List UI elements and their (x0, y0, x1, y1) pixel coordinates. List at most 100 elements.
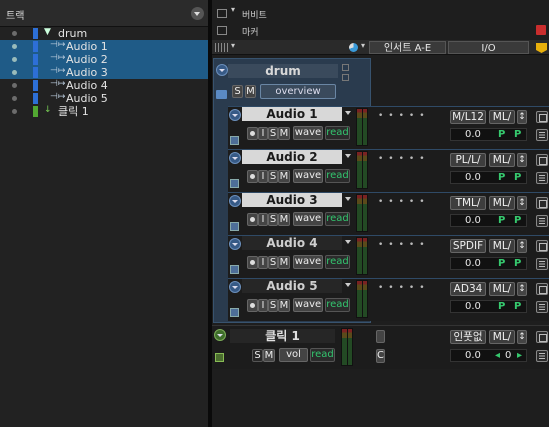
pan-right-value[interactable]: P (514, 215, 521, 227)
visibility-dot-icon[interactable] (12, 109, 17, 114)
track-list-icon[interactable] (536, 215, 548, 227)
pan-right-value[interactable]: P (514, 258, 521, 270)
input-selector[interactable]: TML/ (450, 196, 486, 210)
chevron-down-icon[interactable]: ▾ (231, 5, 235, 14)
track-list-icon[interactable] (536, 301, 548, 313)
pan-left-value[interactable]: P (498, 129, 505, 141)
close-icon[interactable] (536, 25, 546, 35)
record-arm-button[interactable] (247, 170, 258, 183)
visibility-dot-icon[interactable] (12, 83, 17, 88)
output-menu-icon[interactable]: ↕ (517, 239, 527, 253)
pan-right-value[interactable]: P (514, 172, 521, 184)
dsp-usage-icon[interactable] (349, 43, 358, 52)
pan-right-value[interactable]: P (514, 129, 521, 141)
chevron-down-icon[interactable]: ▾ (231, 41, 235, 50)
insert-slots[interactable]: ••••• (378, 283, 430, 293)
pan-left-value[interactable]: P (498, 258, 505, 270)
view-row-bbt[interactable]: ▾ 버비트 (212, 5, 549, 21)
volume-pan-display[interactable]: 0.0 P P (450, 257, 527, 270)
overview-button[interactable]: overview (260, 84, 336, 99)
folder-name[interactable]: drum (228, 64, 338, 78)
input-monitor-button[interactable]: I (258, 256, 268, 269)
visibility-dot-icon[interactable] (12, 57, 17, 62)
visibility-dot-icon[interactable] (12, 31, 17, 36)
automation-read-button[interactable]: read (325, 298, 350, 312)
click-track-solo-button[interactable]: S (252, 349, 263, 362)
automation-read-button[interactable]: read (325, 126, 350, 140)
mute-button[interactable]: M (278, 256, 290, 269)
track-list-icon[interactable] (536, 129, 548, 141)
solo-button[interactable]: S (268, 213, 278, 226)
click-track-insert-button[interactable] (376, 330, 385, 343)
input-monitor-button[interactable]: I (258, 127, 268, 140)
click-track-collapse-button[interactable] (214, 329, 226, 341)
chevron-down-icon[interactable] (345, 111, 351, 115)
solo-button[interactable]: S (268, 127, 278, 140)
output-selector[interactable]: ML/ (489, 196, 515, 210)
click-track-vol-button[interactable]: vol (279, 348, 308, 362)
output-menu-icon[interactable]: ↕ (517, 153, 527, 167)
click-track-read-button[interactable]: read (310, 348, 335, 362)
inserts-column-header[interactable]: 인서트 A-E (369, 41, 446, 54)
output-selector[interactable]: ML/ (489, 110, 515, 124)
click-track-name[interactable]: 클릭 1 (230, 329, 335, 343)
track-settings-icon[interactable] (536, 111, 548, 123)
track-collapse-button[interactable] (229, 195, 241, 207)
pan-left-arrow-icon[interactable]: ◂ (495, 350, 500, 362)
input-selector[interactable]: SPDIF (450, 239, 486, 253)
folder-mute-button[interactable]: M (245, 85, 256, 98)
track-list-item-audio-4[interactable]: ⊣↦ Audio 4 (0, 79, 209, 92)
track-settings-icon[interactable] (536, 240, 548, 252)
output-menu-icon[interactable]: ↕ (517, 110, 527, 124)
automation-read-button[interactable]: read (325, 255, 350, 269)
track-list-icon[interactable] (536, 172, 548, 184)
click-track-output-menu[interactable]: ↕ (517, 330, 527, 344)
disclosure-triangle-icon[interactable]: ▼ (44, 27, 51, 37)
click-track-output-selector[interactable]: ML/ (489, 330, 515, 344)
track-collapse-button[interactable] (229, 109, 241, 121)
volume-pan-display[interactable]: 0.0 P P (450, 171, 527, 184)
record-arm-button[interactable] (247, 299, 258, 312)
volume-pan-display[interactable]: 0.0 P P (450, 128, 527, 141)
input-selector[interactable]: AD34 (450, 282, 486, 296)
input-selector[interactable]: PL/L/ (450, 153, 486, 167)
chevron-down-icon[interactable] (345, 240, 351, 244)
track-list-icon[interactable] (536, 258, 548, 270)
track-settings-icon[interactable] (536, 283, 548, 295)
track-settings-icon[interactable] (536, 154, 548, 166)
track-list-item-drum[interactable]: ▼ drum (0, 27, 209, 40)
input-monitor-button[interactable]: I (258, 213, 268, 226)
pan-left-value[interactable]: P (498, 172, 505, 184)
solo-button[interactable]: S (268, 170, 278, 183)
track-name[interactable]: Audio 2 (242, 150, 342, 164)
chevron-down-icon[interactable]: ▾ (361, 41, 365, 50)
wave-view-button[interactable]: wave (293, 126, 323, 140)
input-monitor-button[interactable]: I (258, 299, 268, 312)
pan-right-arrow-icon[interactable]: ▸ (517, 350, 522, 362)
track-list-icon[interactable] (536, 350, 548, 362)
record-arm-button[interactable] (247, 127, 258, 140)
record-arm-button[interactable] (247, 256, 258, 269)
track-list-item-click-1[interactable]: ↓ 클릭 1 (0, 105, 209, 118)
click-track-input-selector[interactable]: 인풋없 (450, 330, 486, 344)
input-selector[interactable]: M/L12 (450, 110, 486, 124)
folder-solo-button[interactable]: S (232, 85, 243, 98)
automation-read-button[interactable]: read (325, 212, 350, 226)
pan-left-value[interactable]: P (498, 301, 505, 313)
volume-pan-display[interactable]: 0.0 P P (450, 300, 527, 313)
wave-view-button[interactable]: wave (293, 169, 323, 183)
output-selector[interactable]: ML/ (489, 153, 515, 167)
columns-icon[interactable] (215, 43, 228, 52)
mute-button[interactable]: M (278, 127, 290, 140)
track-name[interactable]: Audio 4 (242, 236, 342, 250)
automation-read-button[interactable]: read (325, 169, 350, 183)
track-list-menu-button[interactable] (191, 7, 204, 20)
output-selector[interactable]: ML/ (489, 239, 515, 253)
mute-button[interactable]: M (278, 170, 290, 183)
chevron-down-icon[interactable] (345, 154, 351, 158)
insert-slots[interactable]: ••••• (378, 154, 430, 164)
track-list-item-audio-5[interactable]: ⊣↦ Audio 5 (0, 92, 209, 105)
click-track-volume-display[interactable]: 0.0 ◂ 0 ▸ (450, 349, 527, 362)
insert-slots[interactable]: ••••• (378, 111, 430, 121)
track-collapse-button[interactable] (229, 281, 241, 293)
